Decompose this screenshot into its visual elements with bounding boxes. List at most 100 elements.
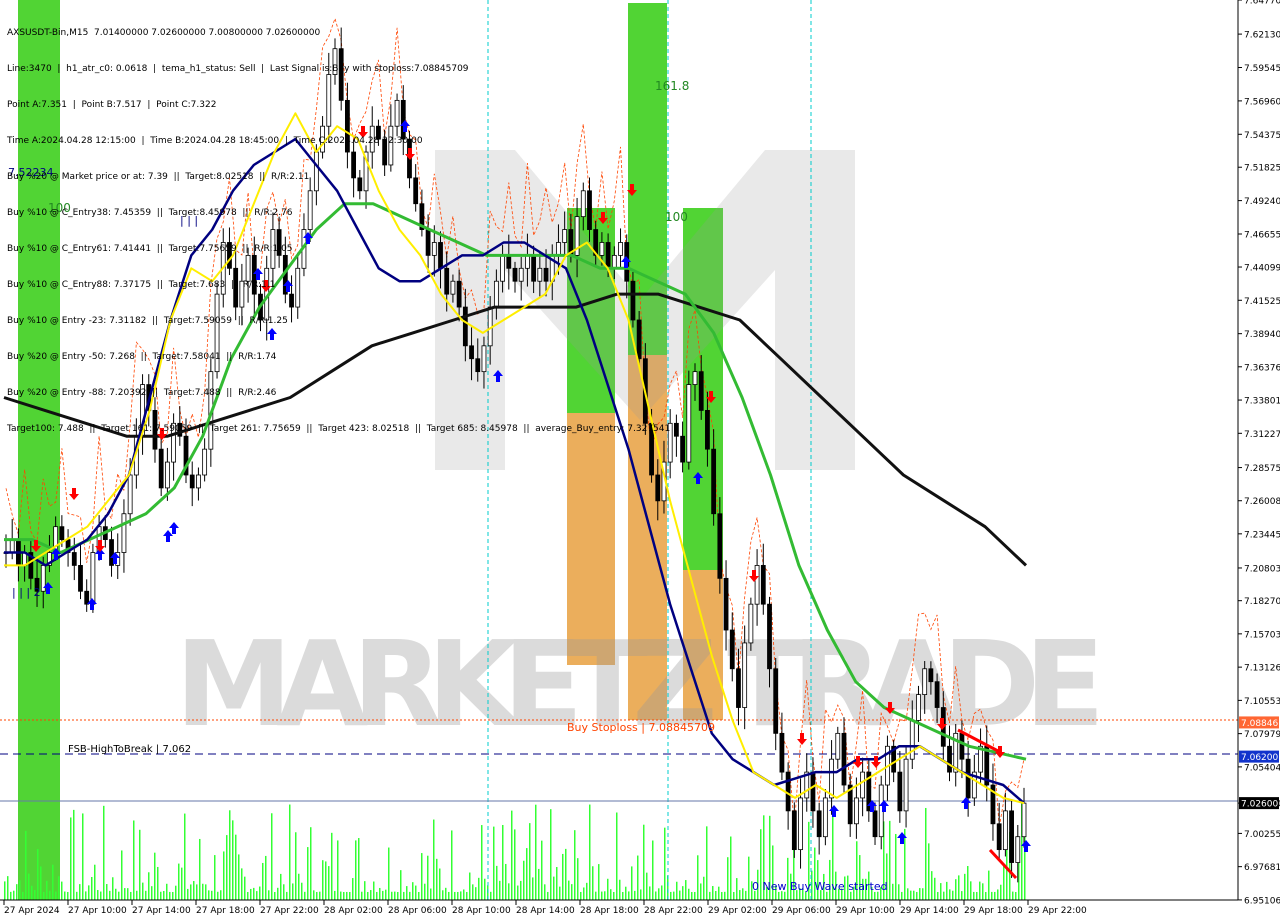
volume-bar [541, 840, 543, 900]
volume-bar [355, 840, 357, 900]
volume-bar [985, 892, 987, 900]
candle-body [909, 720, 915, 760]
candle-body [791, 810, 797, 851]
y-tick-label: 7.33801 [1244, 397, 1280, 407]
volume-bar [412, 882, 414, 900]
info-line: Line:3470 | h1_atr_c0: 0.0618 | tema_h1_… [7, 64, 469, 74]
volume-bar [298, 873, 300, 900]
volume-bar [268, 890, 270, 900]
volume-bar [220, 890, 222, 900]
candle-body [78, 565, 83, 592]
volume-bar [295, 832, 297, 900]
candle-body [121, 513, 127, 553]
volume-bar [640, 889, 642, 900]
volume-bar [886, 853, 888, 900]
volume-bar [658, 888, 660, 900]
info-line: Buy %10 @ C_Entry88: 7.37175 || Target:7… [7, 280, 276, 290]
volume-bar [718, 886, 720, 900]
x-tick-label: 28 Apr 06:00 [388, 906, 447, 916]
info-line: Buy %10 @ C_Entry38: 7.45359 || Target:8… [7, 208, 293, 218]
candle-body [872, 810, 878, 838]
volume-bar [205, 884, 207, 900]
volume-bar [481, 825, 483, 900]
x-tick-label: 29 Apr 14:00 [900, 906, 959, 916]
volume-bar [367, 891, 369, 900]
volume-bar [889, 820, 891, 900]
volume-bar [244, 876, 246, 900]
candle-body [854, 797, 859, 825]
volume-bar [172, 891, 174, 900]
y-tick-label: 6.97681 [1244, 863, 1280, 873]
volume-bar [163, 890, 165, 900]
candle-body [723, 577, 729, 631]
volume-bar [349, 891, 351, 900]
y-tick-label: 7.46655 [1244, 231, 1280, 241]
volume-bar [613, 891, 615, 900]
volume-bar [442, 890, 444, 900]
volume-bar [892, 883, 894, 900]
candle-body [1002, 810, 1008, 851]
volume-bar [454, 891, 456, 900]
x-tick-label: 28 Apr 18:00 [580, 906, 639, 916]
y-tick-label: 7.13126 [1244, 664, 1280, 674]
volume-bar [505, 863, 507, 900]
volume-bar [28, 873, 30, 900]
volume-bar [310, 827, 312, 900]
volume-bar [364, 881, 366, 900]
y-tick-label: 7.15703 [1244, 630, 1280, 640]
volume-bar [283, 884, 285, 900]
info-line: Buy %20 @ Market price or at: 7.39 || Ta… [7, 172, 310, 182]
y-tick-label: 7.10553 [1244, 697, 1280, 707]
candle-body [835, 732, 841, 760]
volume-bar [913, 890, 915, 900]
volume-bar [511, 810, 513, 900]
volume-bar [649, 886, 651, 900]
volume-bar [595, 891, 597, 900]
volume-bar [778, 891, 780, 900]
y-tick-label: 7.56960 [1244, 97, 1280, 107]
volume-bar [178, 863, 180, 900]
candle-body [705, 410, 710, 450]
volume-bar [688, 888, 690, 900]
volume-bar [1003, 864, 1005, 900]
y-tick-label: 7.26008 [1244, 497, 1280, 507]
volume-bar [691, 891, 693, 900]
volume-bar [946, 881, 948, 900]
volume-bar [193, 881, 195, 900]
buy-stoploss-label: Buy Stoploss | 7.08845709 [567, 721, 715, 734]
volume-bar [142, 882, 144, 900]
volume-bar [157, 866, 159, 900]
volume-bar [7, 876, 9, 900]
volume-bar [568, 880, 570, 900]
volume-bar [223, 851, 225, 900]
volume-bar [727, 857, 729, 900]
candle-body [779, 732, 785, 773]
volume-bar [76, 891, 78, 900]
y-tick-label: 7.51825 [1244, 164, 1280, 174]
volume-bar [916, 891, 918, 900]
candle-body [767, 603, 772, 670]
x-tick-label: 28 Apr 02:00 [324, 906, 383, 916]
x-tick-label: 28 Apr 10:00 [452, 906, 511, 916]
volume-bar [937, 891, 939, 900]
volume-bar [571, 884, 573, 900]
volume-bar [166, 883, 168, 900]
volume-bar [646, 872, 648, 900]
volume-bar [556, 867, 558, 900]
volume-bar [745, 890, 747, 900]
volume-bar [697, 855, 699, 900]
volume-bar [55, 891, 57, 900]
y-tick-label: 7.36376 [1244, 363, 1280, 373]
candle-body [673, 422, 679, 437]
volume-bar [217, 891, 219, 900]
info-line: Target100: 7.488 || Target 161: 7.59059 … [7, 424, 671, 434]
candle-body [90, 552, 96, 605]
volume-bar [322, 860, 324, 900]
candle-body [903, 758, 909, 812]
candle-body [1009, 810, 1014, 863]
volume-bar [562, 853, 564, 900]
volume-bar [73, 809, 75, 900]
candle-body [655, 474, 661, 502]
volume-bar [577, 858, 579, 900]
volume-bar [211, 890, 213, 900]
